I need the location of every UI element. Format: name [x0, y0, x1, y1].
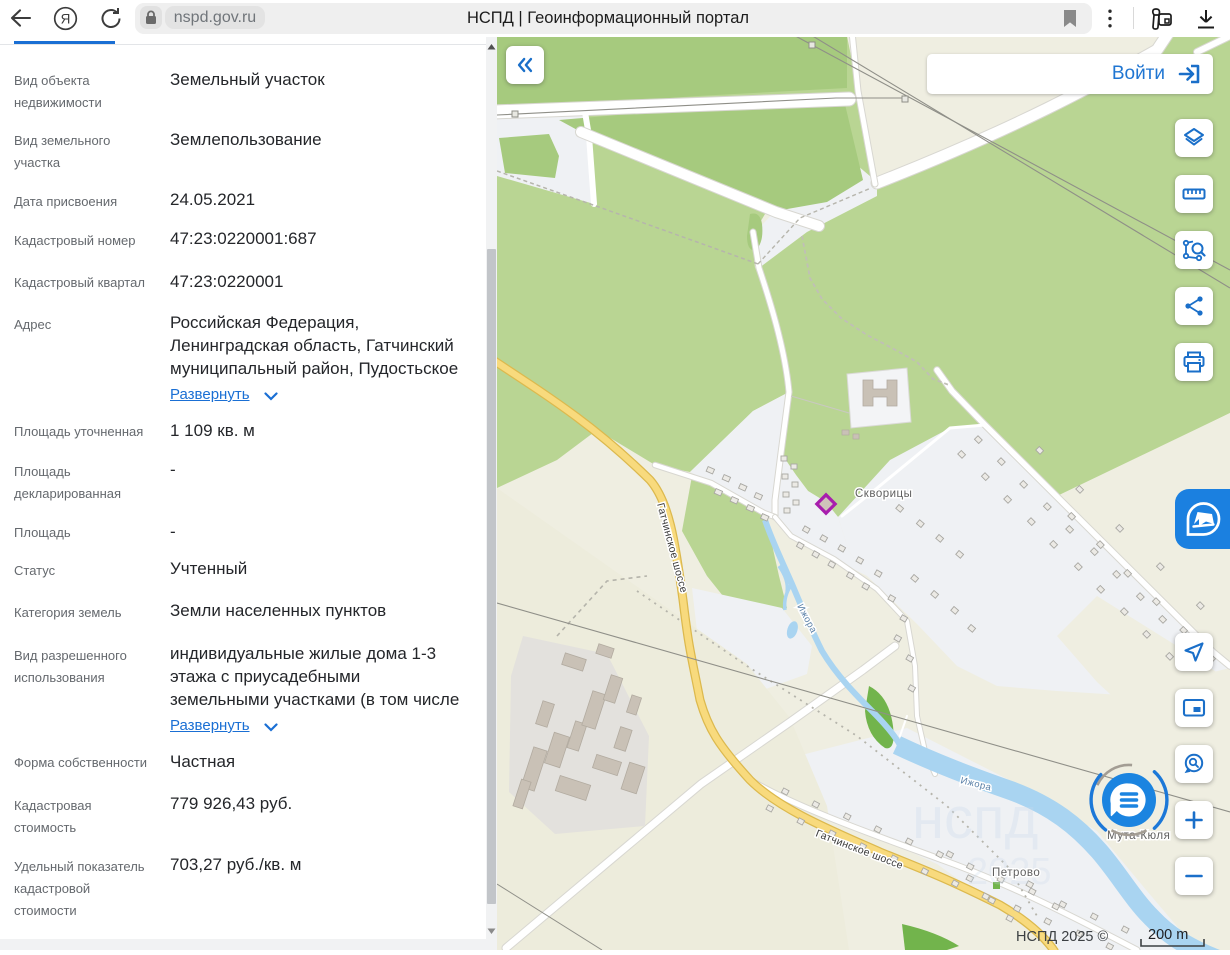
- svg-text:НСПД 2025 ©: НСПД 2025 ©: [1016, 929, 1108, 945]
- svg-text:Я: Я: [61, 11, 71, 26]
- svg-text:Скворицы: Скворицы: [855, 488, 912, 500]
- svg-text:200 m: 200 m: [1148, 927, 1188, 943]
- svg-text:Петрово: Петрово: [992, 867, 1040, 879]
- svg-text:нспд: нспд: [912, 786, 1038, 851]
